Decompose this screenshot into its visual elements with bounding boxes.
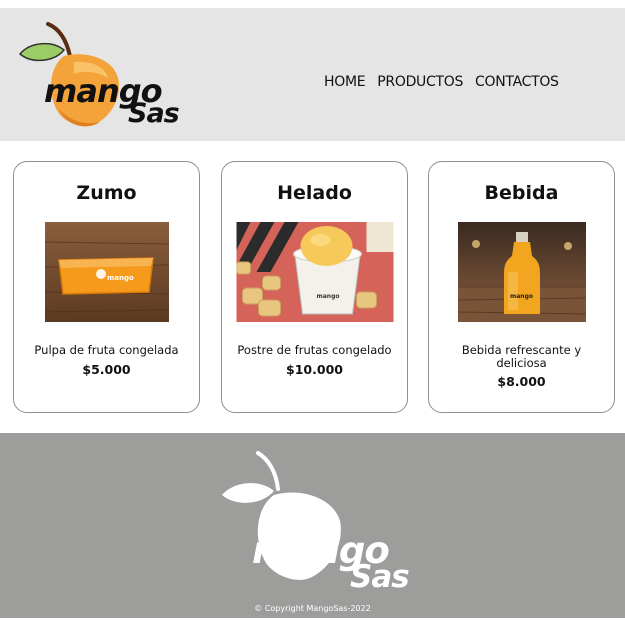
svg-text:mango: mango [107, 274, 134, 282]
product-title: Helado [277, 182, 352, 204]
product-title: Zumo [76, 182, 137, 204]
footer-logo[interactable]: mango Sas [220, 451, 420, 595]
site-footer: mango Sas © Copyright MangoSas-2022 [0, 433, 625, 618]
mango-sas-logo[interactable]: mango Sas [18, 16, 183, 136]
logo-word-sas: Sas [128, 98, 180, 129]
nav-productos[interactable]: PRODUCTOS [377, 74, 463, 90]
product-description: Bebida refrescante y deliciosa [461, 343, 582, 370]
footer-word-sas: Sas [350, 559, 410, 595]
product-title: Bebida [484, 182, 559, 204]
product-card-zumo[interactable]: Zumo mango Pulpa de fruta congelada $5.0… [13, 161, 200, 413]
main-nav: HOME PRODUCTOS CONTACTOS [324, 74, 559, 90]
product-description: Pulpa de fruta congelada [34, 343, 179, 357]
bebida-product-image: mango [457, 222, 586, 322]
product-price: $5.000 [82, 362, 131, 377]
svg-text:mango: mango [316, 293, 339, 300]
site-header: mango Sas HOME PRODUCTOS CONTACTOS [0, 8, 625, 141]
helado-product-image: mango [236, 222, 393, 322]
product-card-bebida[interactable]: Bebida mango Bebida refrescante y delici… [428, 161, 615, 413]
zumo-product-image: mango [44, 222, 169, 322]
nav-contactos[interactable]: CONTACTOS [475, 74, 559, 90]
nav-home[interactable]: HOME [324, 74, 366, 90]
product-price: $8.000 [497, 374, 546, 389]
copyright-text: © Copyright MangoSas-2022 [254, 604, 371, 613]
product-card-helado[interactable]: Helado mango Postre de frutas congelado … [221, 161, 408, 413]
product-description: Postre de frutas congelado [237, 343, 392, 357]
product-price: $10.000 [286, 362, 343, 377]
svg-text:mango: mango [510, 293, 533, 300]
